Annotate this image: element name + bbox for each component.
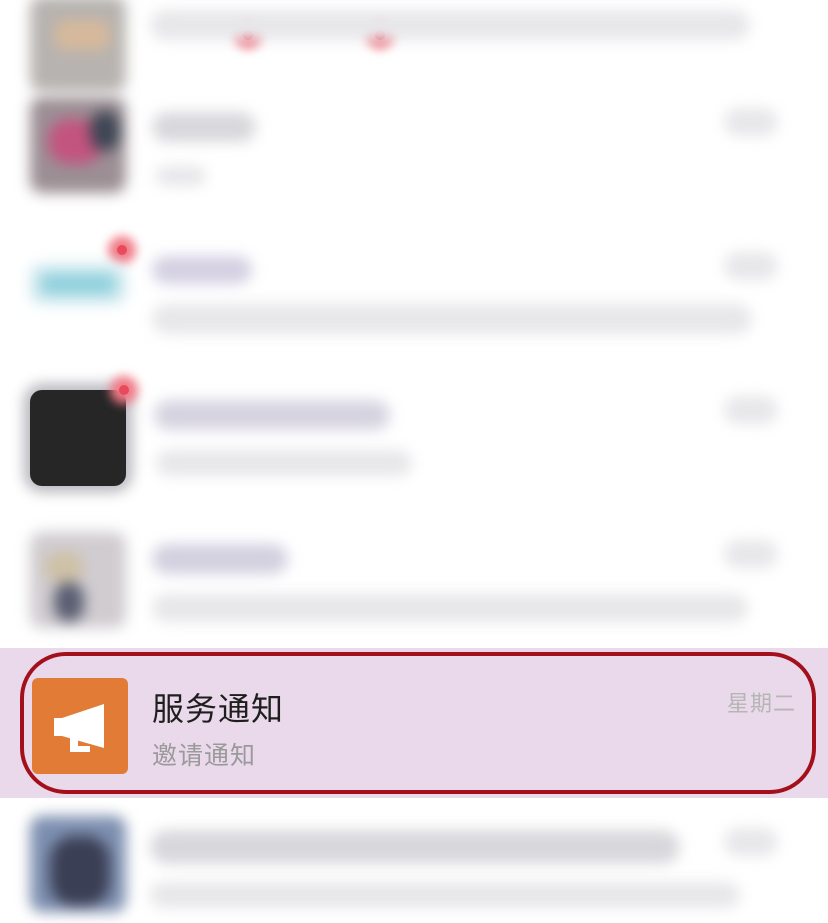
avatar [30, 532, 126, 628]
contact-name [152, 112, 256, 142]
message-preview [152, 594, 748, 622]
contact-name [152, 256, 252, 284]
conversation-item[interactable] [0, 224, 828, 364]
conversation-item[interactable] [0, 512, 828, 652]
avatar [30, 264, 126, 304]
conversation-item[interactable] [0, 800, 828, 923]
conversation-item[interactable] [0, 80, 828, 220]
message-preview [150, 10, 750, 40]
contact-name [150, 830, 680, 864]
timestamp [724, 252, 778, 280]
conversation-preview: 邀请通知 [152, 741, 257, 770]
conversation-timestamp: 星期二 [726, 692, 796, 717]
timestamp [724, 396, 778, 424]
conversation-list: 服务通知 邀请通知 星期二 [0, 0, 828, 923]
message-preview [156, 450, 412, 476]
message-preview [156, 166, 206, 186]
avatar [30, 816, 126, 912]
unread-dot-core [119, 385, 129, 395]
avatar [30, 390, 126, 486]
contact-name [154, 400, 390, 430]
conversation-item[interactable] [0, 366, 828, 506]
conversation-item[interactable] [0, 0, 828, 92]
message-preview [150, 882, 740, 908]
message-preview [152, 304, 752, 334]
contact-name [152, 544, 288, 574]
timestamp [724, 828, 778, 856]
highlight-outline [20, 652, 816, 794]
unread-dot-core [117, 245, 127, 255]
avatar [30, 0, 126, 92]
avatar [30, 97, 126, 193]
service-notification-avatar [32, 678, 128, 774]
timestamp [724, 540, 778, 568]
megaphone-icon [54, 704, 104, 752]
conversation-title: 服务通知 [152, 690, 285, 728]
timestamp [724, 108, 778, 136]
